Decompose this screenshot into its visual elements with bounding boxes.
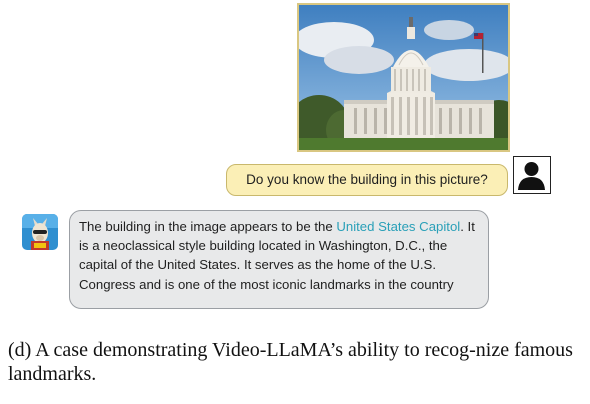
assistant-text-before: The building in the image appears to be … — [79, 219, 337, 234]
figure-caption: (d) A case demonstrating Video-LLaMA’s a… — [8, 339, 573, 385]
assistant-message-bubble: The building in the image appears to be … — [69, 210, 489, 309]
user-message-bubble: Do you know the building in this picture… — [226, 164, 508, 196]
us-capitol-photo — [297, 3, 510, 152]
assistant-highlight-link: United States Capitol — [336, 219, 461, 234]
user-message-text: Do you know the building in this picture… — [246, 172, 488, 187]
user-silhouette-icon — [513, 156, 551, 194]
llama-avatar-icon — [22, 214, 58, 250]
